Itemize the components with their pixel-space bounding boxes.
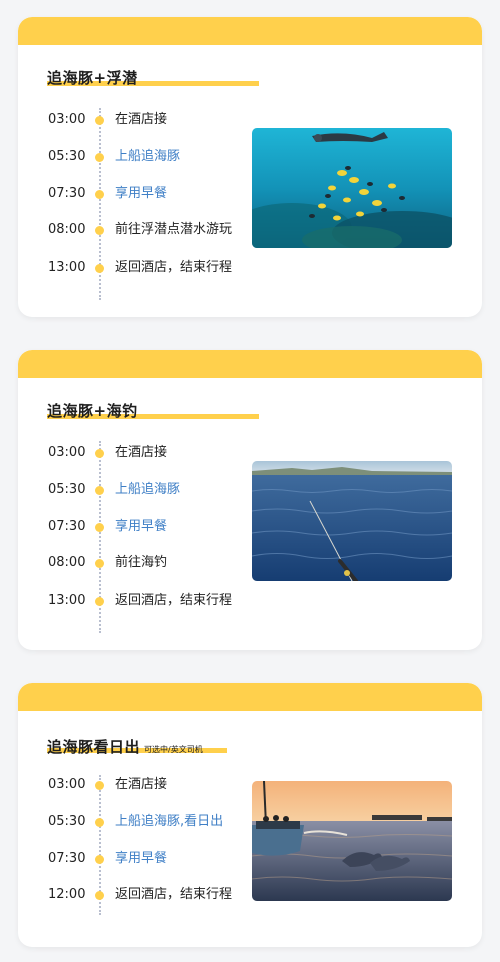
timeline-time: 07:30 bbox=[48, 851, 86, 866]
timeline-time: 13:00 bbox=[48, 593, 86, 608]
timeline-item: 05:30 上船追海豚,看日出 bbox=[18, 812, 258, 832]
timeline-item: 03:00 在酒店接 bbox=[18, 775, 258, 795]
timeline-time: 08:00 bbox=[48, 222, 86, 237]
driver-note: 可选中/英文司机 bbox=[144, 745, 203, 754]
timeline-dot bbox=[95, 190, 104, 199]
timeline-dot bbox=[95, 559, 104, 568]
timeline-text: 享用早餐 bbox=[115, 186, 168, 201]
card-title-wrap: 追海豚+浮潜 bbox=[47, 67, 259, 88]
timeline-time: 03:00 bbox=[48, 112, 86, 127]
timeline-text: 在酒店接 bbox=[115, 445, 168, 460]
timeline-text: 在酒店接 bbox=[115, 777, 168, 792]
timeline-text: 享用早餐 bbox=[115, 519, 168, 534]
timeline-dot bbox=[95, 818, 104, 827]
timeline-dot bbox=[95, 523, 104, 532]
timeline-item: 13:00 返回酒店，结束行程 bbox=[18, 591, 258, 611]
itinerary-card-sunrise: 追海豚看日出 可选中/英文司机 03:00 在酒店接 05:30 上船追海豚,看日… bbox=[18, 683, 482, 947]
timeline-time: 03:00 bbox=[48, 445, 86, 460]
timeline-time: 12:00 bbox=[48, 887, 86, 902]
timeline-text: 返回酒店，结束行程 bbox=[115, 593, 233, 608]
timeline-dot bbox=[95, 264, 104, 273]
timeline-time: 05:30 bbox=[48, 482, 86, 497]
timeline-dot bbox=[95, 781, 104, 790]
timeline-time: 05:30 bbox=[48, 814, 86, 829]
timeline-time: 05:30 bbox=[48, 149, 86, 164]
timeline-item: 03:00 在酒店接 bbox=[18, 110, 258, 130]
timeline-time: 08:00 bbox=[48, 555, 86, 570]
sunrise-dolphin-photo bbox=[252, 781, 452, 901]
card-title: 追海豚+海钓 bbox=[47, 402, 138, 420]
timeline-dot bbox=[95, 486, 104, 495]
card-header-band bbox=[18, 683, 482, 711]
timeline-dot bbox=[95, 226, 104, 235]
card-title: 追海豚+浮潜 bbox=[47, 69, 138, 87]
timeline-text: 前往海钓 bbox=[115, 555, 168, 570]
timeline-dot bbox=[95, 855, 104, 864]
timeline-time: 07:30 bbox=[48, 186, 86, 201]
card-title: 追海豚看日出 可选中/英文司机 bbox=[47, 738, 203, 756]
timeline-item: 08:00 前往海钓 bbox=[18, 553, 258, 573]
timeline-item: 07:30 享用早餐 bbox=[18, 184, 258, 204]
snorkeling-photo bbox=[252, 128, 452, 248]
timeline-item: 12:00 返回酒店，结束行程 bbox=[18, 885, 258, 905]
card-header-band bbox=[18, 17, 482, 45]
timeline-text: 在酒店接 bbox=[115, 112, 168, 127]
timeline-dot bbox=[95, 153, 104, 162]
timeline-item: 05:30 上船追海豚 bbox=[18, 480, 258, 500]
timeline-dot bbox=[95, 449, 104, 458]
timeline-text: 上船追海豚 bbox=[115, 482, 181, 497]
timeline-time: 07:30 bbox=[48, 519, 86, 534]
card-header-band bbox=[18, 350, 482, 378]
timeline-text: 上船追海豚 bbox=[115, 149, 181, 164]
timeline-item: 03:00 在酒店接 bbox=[18, 443, 258, 463]
itinerary-card-snorkeling: 追海豚+浮潜 03:00 在酒店接 05:30 上船追海豚 07:30 享用早餐… bbox=[18, 17, 482, 317]
timeline-text: 前往浮潜点潜水游玩 bbox=[115, 222, 233, 237]
timeline-dot bbox=[95, 116, 104, 125]
timeline-text: 上船追海豚,看日出 bbox=[115, 814, 224, 829]
timeline-item: 05:30 上船追海豚 bbox=[18, 147, 258, 167]
timeline-time: 03:00 bbox=[48, 777, 86, 792]
sea-fishing-photo bbox=[252, 461, 452, 581]
timeline-item: 08:00 前往浮潜点潜水游玩 bbox=[18, 220, 258, 240]
timeline-item: 13:00 返回酒店，结束行程 bbox=[18, 258, 258, 278]
timeline-dot bbox=[95, 891, 104, 900]
timeline-dot bbox=[95, 597, 104, 606]
timeline-item: 07:30 享用早餐 bbox=[18, 849, 258, 869]
timeline-time: 13:00 bbox=[48, 260, 86, 275]
card-title-wrap: 追海豚看日出 可选中/英文司机 bbox=[47, 736, 227, 757]
card-title-wrap: 追海豚+海钓 bbox=[47, 400, 259, 421]
timeline-item: 07:30 享用早餐 bbox=[18, 517, 258, 537]
timeline-text: 享用早餐 bbox=[115, 851, 168, 866]
timeline-text: 返回酒店，结束行程 bbox=[115, 260, 233, 275]
timeline-text: 返回酒店，结束行程 bbox=[115, 887, 233, 902]
itinerary-card-fishing: 追海豚+海钓 03:00 在酒店接 05:30 上船追海豚 07:30 享用早餐… bbox=[18, 350, 482, 650]
